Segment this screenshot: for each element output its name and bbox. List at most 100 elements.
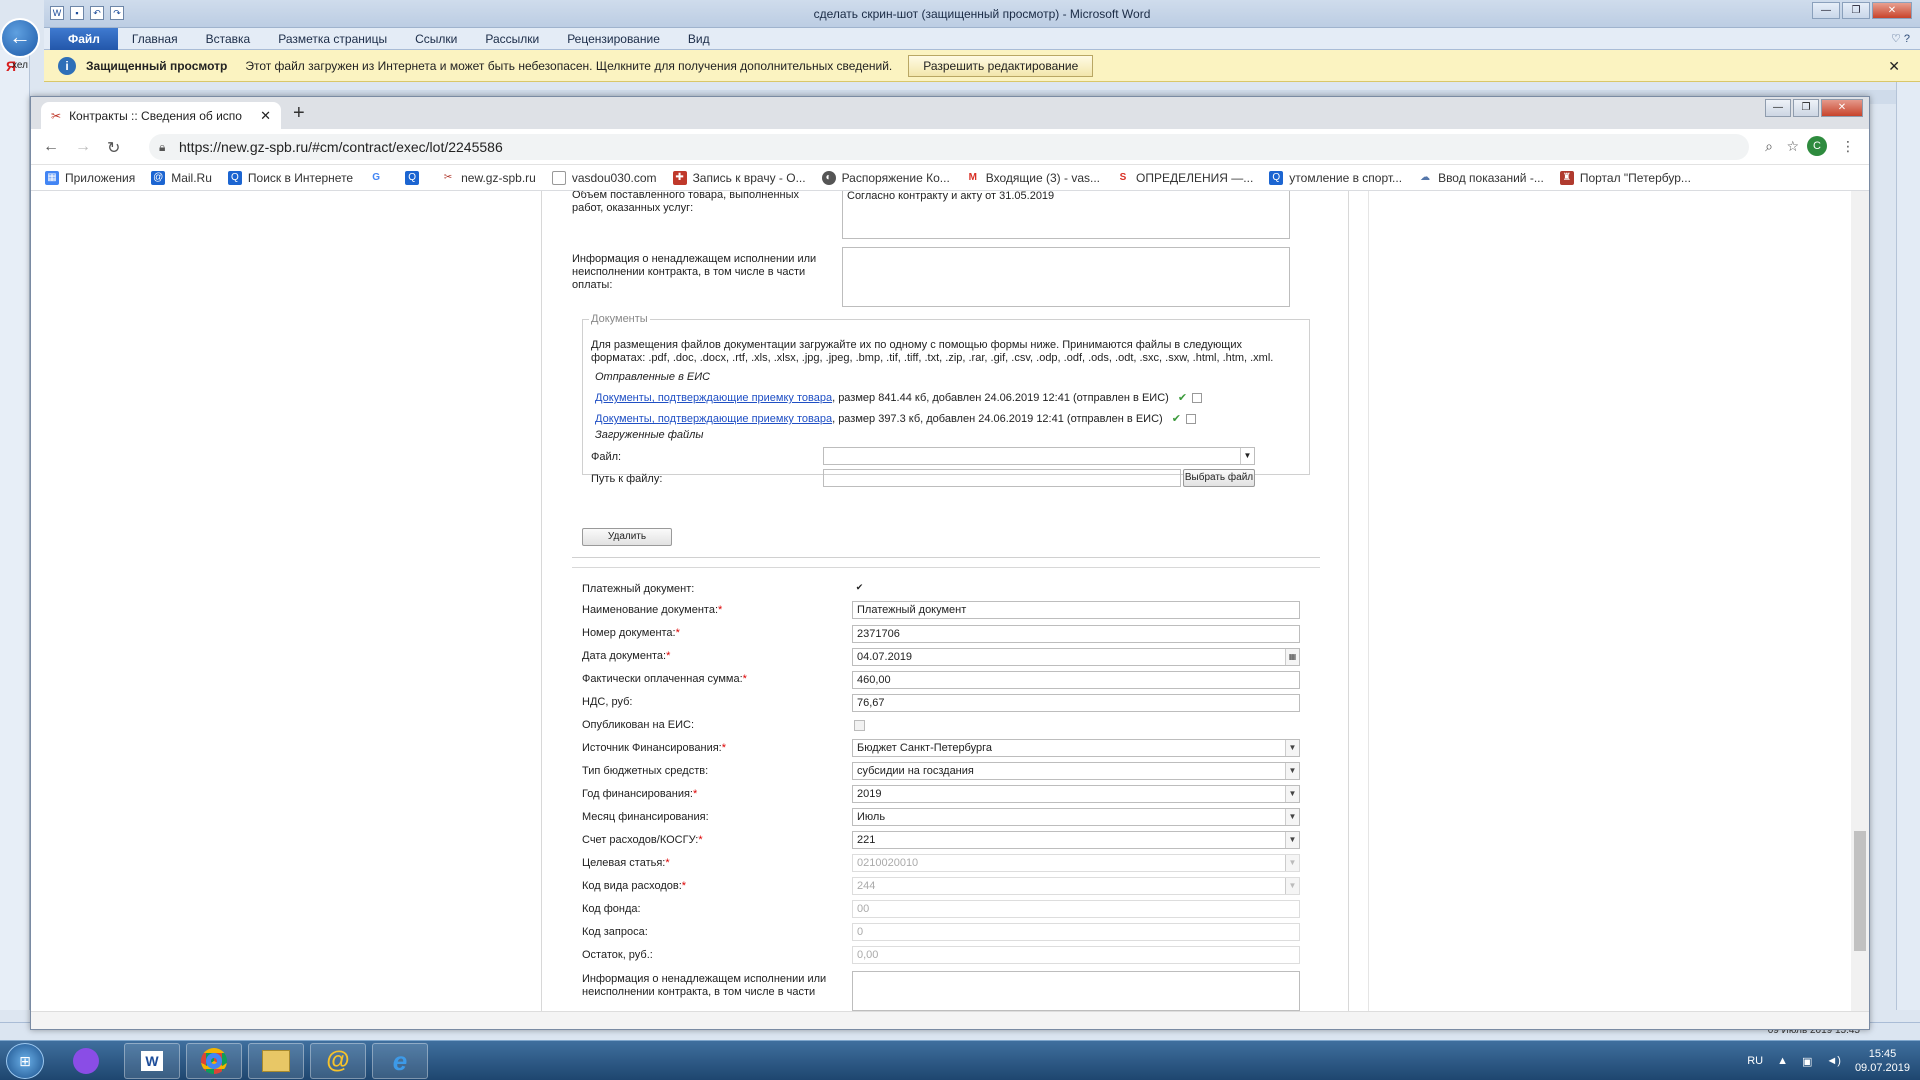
- doc-name-input[interactable]: Платежный документ: [852, 601, 1300, 619]
- explorer-taskbar-icon[interactable]: [248, 1043, 304, 1079]
- improper-textarea[interactable]: [842, 247, 1290, 307]
- choose-file-button[interactable]: Выбрать файл: [1183, 469, 1255, 487]
- kosgu-select[interactable]: 221 ▼: [852, 831, 1300, 849]
- doc-number-input[interactable]: 2371706: [852, 625, 1300, 643]
- maximize-button[interactable]: ❐: [1793, 99, 1819, 117]
- bookmark-search-2[interactable]: Q: [405, 170, 425, 185]
- close-button[interactable]: ✕: [1821, 99, 1863, 117]
- improper2-textarea[interactable]: [852, 971, 1300, 1011]
- minimize-button[interactable]: —: [1765, 99, 1791, 117]
- published-checkbox[interactable]: [854, 720, 865, 731]
- year-select[interactable]: 2019 ▼: [852, 785, 1300, 803]
- mail-taskbar-icon[interactable]: @: [310, 1043, 366, 1079]
- tab-insert[interactable]: Вставка: [192, 28, 265, 50]
- word-vertical-scrollbar[interactable]: [1896, 82, 1920, 1010]
- bookmark-mailru[interactable]: @ Mail.Ru: [151, 170, 212, 185]
- document-info: , размер 397.3 кб, добавлен 24.06.2019 1…: [832, 413, 1163, 425]
- zoom-icon[interactable]: ⌕: [1765, 138, 1773, 155]
- scrollbar-thumb[interactable]: [1854, 831, 1866, 951]
- paid-sum-input[interactable]: 460,00: [852, 671, 1300, 689]
- file-select[interactable]: ▼: [823, 447, 1255, 465]
- address-bar[interactable]: 🔒︎ https://new.gz-spb.ru/#cm/contract/ex…: [149, 134, 1749, 160]
- tab-page-layout[interactable]: Разметка страницы: [264, 28, 401, 50]
- minimize-button[interactable]: —: [1812, 2, 1840, 19]
- close-tab-icon[interactable]: ✕: [260, 108, 271, 124]
- tab-view[interactable]: Вид: [674, 28, 724, 50]
- budget-type-select[interactable]: субсидии на госздания ▼: [852, 762, 1300, 780]
- document-link[interactable]: Документы, подтверждающие приемку товара: [595, 392, 832, 404]
- vat-input[interactable]: 76,67: [852, 694, 1300, 712]
- tab-home[interactable]: Главная: [118, 28, 192, 50]
- close-icon[interactable]: ✕: [1888, 58, 1900, 75]
- avatar[interactable]: С: [1807, 136, 1827, 156]
- balance-input: 0,00: [852, 946, 1300, 964]
- help-icon[interactable]: ♡ ?: [1891, 32, 1910, 45]
- enable-editing-button[interactable]: Разрешить редактирование: [908, 54, 1094, 77]
- medical-cross-icon: ✚: [672, 170, 687, 185]
- bookmark-vasdou[interactable]: vasdou030.com: [551, 170, 657, 185]
- apps-grid-icon: ▦: [45, 170, 59, 185]
- tab-mailings[interactable]: Рассылки: [471, 28, 553, 50]
- page-vertical-scrollbar[interactable]: [1851, 191, 1869, 1011]
- document-checkbox[interactable]: [1192, 393, 1203, 404]
- chevron-down-icon: ▼: [1285, 878, 1299, 894]
- gmail-icon: M: [965, 170, 980, 185]
- tab-review[interactable]: Рецензирование: [553, 28, 674, 50]
- chrome-taskbar-icon[interactable]: [186, 1043, 242, 1079]
- site-favicon-icon: ✂: [51, 108, 62, 123]
- back-arrow-icon[interactable]: ←: [0, 18, 40, 58]
- new-tab-button[interactable]: +: [293, 102, 305, 125]
- source-select[interactable]: Бюджет Санкт-Петербурга ▼: [852, 739, 1300, 757]
- word-ribbon-tabs: Файл Главная Вставка Разметка страницы С…: [44, 27, 1920, 50]
- close-button[interactable]: ✕: [1872, 2, 1912, 19]
- tab-references[interactable]: Ссылки: [401, 28, 471, 50]
- bookmark-google[interactable]: G: [369, 170, 389, 185]
- file-label: Файл:: [591, 451, 622, 463]
- clock-date: 09.07.2019: [1854, 1062, 1910, 1074]
- signed-icon: ✔: [1177, 392, 1188, 404]
- bookmark-doctor[interactable]: ✚ Запись к врачу - О...: [672, 170, 806, 185]
- chevron-down-icon: ▼: [1285, 786, 1299, 802]
- tray-arrow-icon[interactable]: ▲: [1777, 1055, 1788, 1067]
- back-icon[interactable]: ←: [43, 138, 59, 156]
- maximize-button[interactable]: ❐: [1842, 2, 1870, 19]
- delete-button[interactable]: Удалить: [582, 528, 672, 546]
- contract-form-panel: Объем поставленного товара, выполненных …: [541, 191, 1349, 1011]
- bookmark-definitions[interactable]: S ОПРЕДЕЛЕНИЯ —...: [1116, 170, 1253, 185]
- bookmark-search[interactable]: Q Поиск в Интернете: [227, 170, 353, 185]
- volume-icon[interactable]: ◄): [1826, 1055, 1841, 1067]
- document-info: , размер 841.44 кб, добавлен 24.06.2019 …: [832, 392, 1169, 404]
- bookmark-apps[interactable]: ▦ Приложения: [45, 170, 135, 185]
- volume-textarea[interactable]: Согласно контракту и акту от 31.05.2019: [842, 191, 1290, 239]
- bookmark-gmail[interactable]: M Входящие (3) - vas...: [965, 170, 1100, 185]
- calendar-icon[interactable]: ▦: [1285, 649, 1299, 665]
- protected-view-message[interactable]: Этот файл загружен из Интернета и может …: [245, 59, 892, 73]
- is-payment-checkbox[interactable]: ✔: [854, 583, 865, 594]
- chevron-down-icon: ▼: [1285, 763, 1299, 779]
- start-button[interactable]: ⊞: [6, 1043, 44, 1079]
- doc-date-input[interactable]: 04.07.2019 ▦: [852, 648, 1300, 666]
- document-checkbox[interactable]: [1186, 414, 1197, 425]
- alice-icon[interactable]: [58, 1043, 114, 1079]
- system-tray: RU ▲ ▣ ◄) 15:45 09.07.2019: [1747, 1043, 1910, 1079]
- forward-icon[interactable]: →: [75, 138, 91, 156]
- bookmark-fatigue[interactable]: Qутомление в спорт...: [1269, 170, 1402, 185]
- bookmark-readings[interactable]: ☁ Ввод показаний -...: [1418, 170, 1544, 185]
- clock[interactable]: 15:45 09.07.2019: [1855, 1047, 1910, 1075]
- menu-icon[interactable]: ⋮: [1841, 138, 1855, 155]
- document-link[interactable]: Документы, подтверждающие приемку товара: [595, 413, 832, 425]
- browser-tab[interactable]: ✂ Контракты :: Сведения об испо ✕: [41, 102, 281, 129]
- bookmark-order[interactable]: ◐ Распоряжение Ко...: [821, 170, 950, 185]
- month-select[interactable]: Июль ▼: [852, 808, 1300, 826]
- chevron-down-icon: ▼: [1285, 809, 1299, 825]
- reload-icon[interactable]: ↻: [107, 138, 120, 158]
- file-path-input[interactable]: [823, 469, 1181, 487]
- bookmark-gz-spb[interactable]: ✂ new.gz-spb.ru: [441, 170, 536, 185]
- network-icon[interactable]: ▣: [1802, 1055, 1812, 1068]
- word-taskbar-icon[interactable]: W: [124, 1043, 180, 1079]
- language-indicator[interactable]: RU: [1747, 1055, 1763, 1067]
- bookmark-star-icon[interactable]: ☆: [1786, 138, 1799, 155]
- tab-file[interactable]: Файл: [50, 27, 118, 50]
- ie-taskbar-icon[interactable]: e: [372, 1043, 428, 1079]
- bookmark-portal[interactable]: ♜ Портал "Петербур...: [1559, 170, 1691, 185]
